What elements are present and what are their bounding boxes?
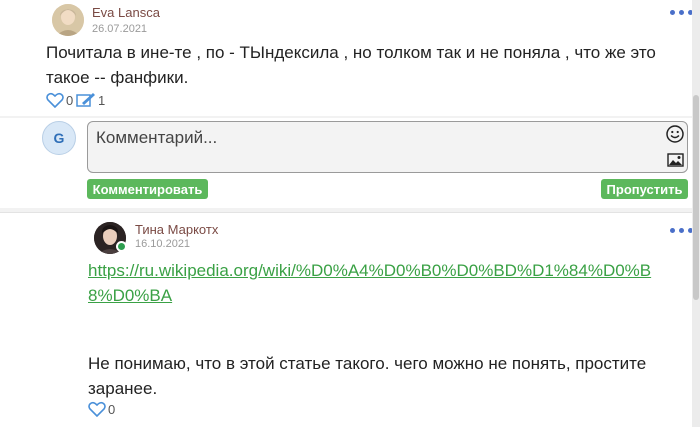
author-name[interactable]: Тина Маркотх — [135, 222, 218, 237]
reply-count: 1 — [98, 92, 106, 108]
more-options-button[interactable] — [670, 228, 693, 233]
comment-text: Не понимаю, что в этой статье такого. че… — [88, 354, 647, 398]
reply-count-button[interactable]: 1 — [76, 92, 105, 108]
comment-input[interactable]: Комментарий... — [87, 121, 688, 173]
image-upload-icon[interactable] — [667, 153, 684, 167]
skip-button[interactable]: Пропустить — [601, 179, 688, 199]
user-avatar: G — [42, 121, 76, 155]
scrollbar[interactable] — [692, 0, 700, 427]
heart-icon — [88, 401, 106, 417]
heart-icon — [46, 92, 64, 108]
online-status-icon — [116, 241, 127, 252]
comment-placeholder: Комментарий... — [96, 128, 218, 147]
like-count: 0 — [108, 401, 116, 417]
author-avatar[interactable] — [52, 4, 84, 36]
more-options-button[interactable] — [670, 10, 693, 15]
emoji-icon[interactable] — [666, 125, 684, 143]
divider — [0, 212, 700, 213]
reply-edit-icon — [76, 93, 95, 107]
wikipedia-link[interactable]: https://ru.wikipedia.org/wiki/%D0%A4%D0%… — [88, 258, 673, 308]
scrollbar-thumb[interactable] — [693, 95, 699, 300]
comment-card: Eva Lansca 26.07.2021 Почитала в ине-те … — [0, 0, 700, 116]
submit-comment-button[interactable]: Комментировать — [87, 179, 208, 199]
author-name[interactable]: Eva Lansca — [92, 5, 160, 20]
comment-card: Тина Маркотх 16.10.2021 https://ru.wikip… — [0, 212, 700, 427]
like-button[interactable]: 0 — [88, 401, 115, 417]
like-count: 0 — [66, 92, 74, 108]
comment-text: Почитала в ине-те , по - ТЫндексила , но… — [46, 43, 656, 87]
comment-date: 16.10.2021 — [135, 238, 191, 250]
like-button[interactable]: 0 — [46, 92, 73, 108]
comment-date: 26.07.2021 — [92, 23, 148, 35]
